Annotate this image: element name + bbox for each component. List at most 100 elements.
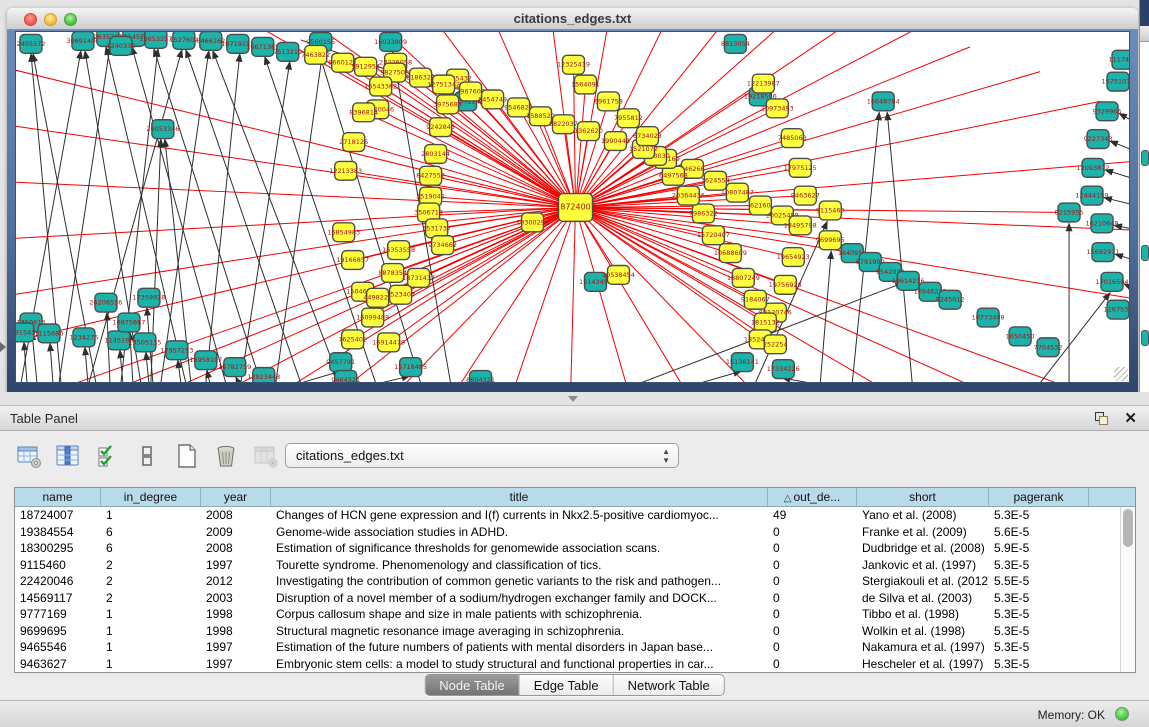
network-graph[interactable]: 2405572306914062635741101457410653257152… (16, 32, 1129, 382)
table-vertical-scrollbar[interactable] (1120, 507, 1135, 672)
graph-node[interactable]: 9463627 (791, 186, 820, 205)
table-row[interactable]: 1830029562008Estimation of significance … (15, 540, 1135, 557)
graph-node[interactable]: 12325419 (557, 55, 590, 74)
column-header-name[interactable]: name (15, 488, 101, 506)
graph-node[interactable]: 391543 (16, 323, 35, 342)
graph-node[interactable]: 9457791 (326, 353, 355, 372)
graph-node[interactable]: 17359928 (132, 288, 165, 307)
graph-node[interactable]: 1240332 (106, 36, 135, 55)
graph-node[interactable]: 10653257 (139, 32, 172, 48)
table-row[interactable]: 1872400712008Changes of HCN gene express… (15, 507, 1135, 524)
graph-node[interactable]: 8813054 (721, 34, 750, 53)
graph-node[interactable]: 6734028 (633, 127, 662, 146)
table-row[interactable]: 977716911998Corpus callosum shape and si… (15, 606, 1135, 623)
scrollbar-thumb[interactable] (1123, 509, 1133, 547)
black-edge[interactable] (206, 54, 240, 382)
graph-node[interactable]: 10975887 (112, 313, 145, 332)
graph-node[interactable]: 9184067 (741, 290, 770, 309)
graph-node[interactable]: 1115686 (35, 324, 64, 343)
graph-node[interactable]: 17334226 (767, 360, 800, 379)
show-columns-icon[interactable] (53, 441, 83, 471)
table-row[interactable]: 969969511998Structural magnetic resonanc… (15, 623, 1135, 640)
graph-node[interactable]: 8454749 (478, 90, 507, 109)
black-edge[interactable] (236, 377, 239, 382)
network-window-titlebar[interactable]: citations_edges.txt (7, 8, 1138, 30)
column-header-short[interactable]: short (857, 488, 989, 506)
graph-node[interactable]: 7704532 (1034, 338, 1063, 357)
graph-node[interactable]: 7463822 (301, 45, 330, 64)
graph-node[interactable]: 15751074 (1102, 72, 1129, 91)
graph-node[interactable]: 1167534 (1104, 300, 1129, 319)
graph-node[interactable]: 1527602 (169, 32, 198, 49)
black-edge[interactable] (154, 49, 261, 382)
graph-node[interactable]: 29053346 (146, 120, 179, 139)
graph-node[interactable]: 1234275 (70, 328, 99, 347)
graph-node[interactable]: 6961758 (594, 92, 623, 111)
red-edge[interactable] (354, 142, 576, 207)
graph-node[interactable]: 2405572 (17, 34, 46, 53)
network-canvas[interactable]: 2405572306914062635741101457410653257152… (15, 31, 1130, 383)
graph-node[interactable]: 62160 (749, 196, 771, 215)
graph-node[interactable]: 16854983 (327, 223, 360, 242)
graph-node[interactable]: 19166857 (336, 251, 369, 270)
tab-network-table[interactable]: Network Table (614, 675, 724, 695)
table-row[interactable]: 1938455462009Genome-wide association stu… (15, 524, 1135, 541)
graph-node[interactable]: 7955812 (614, 109, 643, 128)
graph-node[interactable]: 1564091 (571, 75, 600, 94)
graph-node[interactable]: 9734662 (428, 236, 457, 255)
graph-node[interactable]: 2718126 (339, 133, 368, 152)
graph-node[interactable]: 15718485 (394, 358, 427, 377)
column-visibility-icon[interactable] (93, 441, 123, 471)
graph-node[interactable]: 19654923 (777, 248, 810, 267)
graph-node[interactable]: 16033809 (374, 32, 407, 51)
graph-node[interactable]: 12444159 (1076, 186, 1109, 205)
black-edge[interactable] (820, 251, 831, 382)
close-panel-icon[interactable]: ✕ (1124, 409, 1137, 427)
memory-status-icon[interactable] (1115, 707, 1129, 721)
resize-grip[interactable] (1114, 367, 1128, 381)
graph-node[interactable]: 15692971 (1087, 243, 1120, 262)
graph-node[interactable]: 16210649 (1086, 214, 1119, 233)
graph-node[interactable]: 7513219 (273, 42, 302, 61)
graph-node[interactable]: 9227343 (1084, 130, 1113, 149)
graph-node[interactable]: 3531737 (422, 219, 451, 238)
table-select-dropdown[interactable]: citations_edges.txt ▲▼ (285, 443, 679, 468)
graph-node[interactable]: 18724007 (555, 194, 596, 222)
graph-node[interactable]: 9464321 (331, 371, 360, 382)
graph-node[interactable]: 17016504 (1096, 272, 1129, 291)
row-height-icon[interactable] (132, 441, 162, 471)
table-row[interactable]: 946554611997Estimation of the future num… (15, 639, 1135, 656)
column-header-year[interactable]: year (201, 488, 271, 506)
column-header-title[interactable]: title (271, 488, 768, 506)
graph-node[interactable]: 26206536 (89, 293, 122, 312)
graph-node[interactable]: 2803144 (421, 145, 450, 164)
graph-node[interactable]: 3624554 (701, 171, 730, 190)
black-edge[interactable] (700, 371, 741, 382)
graph-node[interactable]: 7986322 (689, 204, 718, 223)
column-header-out_de[interactable]: △out_de... (768, 488, 857, 506)
graph-node[interactable]: 9699695 (816, 231, 845, 250)
table-row[interactable]: 911546021997Tourette syndrome. Phenomeno… (15, 557, 1135, 574)
graph-node[interactable]: 1117458 (1109, 50, 1129, 69)
black-edge[interactable] (50, 343, 53, 382)
graph-node[interactable]: 5912954 (351, 57, 380, 76)
float-panel-icon[interactable] (1095, 412, 1109, 426)
black-edge[interactable] (207, 370, 210, 382)
graph-node[interactable]: 9115460 (816, 201, 845, 220)
graph-node[interactable]: 252254 (763, 335, 788, 354)
table-row[interactable]: 946362711997Embryonic stem cells: a mode… (15, 656, 1135, 673)
graph-node[interactable]: 8396814 (349, 103, 378, 122)
red-edge[interactable] (364, 112, 576, 207)
split-pane-divider[interactable] (0, 392, 1149, 405)
new-column-icon[interactable] (172, 441, 202, 471)
tab-edge-table[interactable]: Edge Table (520, 675, 614, 695)
panel-collapse-arrow[interactable] (0, 342, 6, 352)
graph-node[interactable]: 9242845 (426, 118, 455, 137)
graph-node[interactable]: 7485063 (778, 129, 807, 148)
graph-node[interactable]: 8604321 (466, 371, 495, 382)
black-edge[interactable] (1110, 141, 1129, 153)
graph-node[interactable]: 7523403 (386, 285, 415, 304)
graph-node[interactable]: 18807249 (727, 268, 760, 287)
black-edge[interactable] (213, 51, 341, 382)
tab-node-table[interactable]: Node Table (425, 675, 520, 695)
